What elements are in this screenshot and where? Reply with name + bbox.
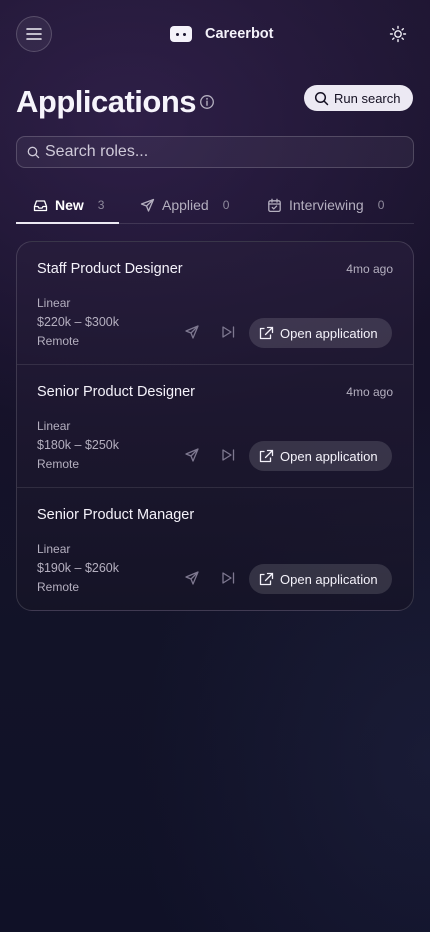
tab-count: 0 xyxy=(377,198,385,212)
send-icon xyxy=(140,198,155,212)
search-input[interactable] xyxy=(45,137,405,167)
job-title: Staff Product Designer xyxy=(37,261,183,277)
send-icon[interactable] xyxy=(184,447,200,463)
tab-label: Interviewing xyxy=(289,197,364,213)
tab-count: 0 xyxy=(222,198,230,212)
brand[interactable]: Careerbot xyxy=(170,24,274,44)
run-search-button[interactable]: Run search xyxy=(304,85,413,111)
page-title: Applications xyxy=(16,84,197,119)
send-icon[interactable] xyxy=(184,570,200,586)
job-title: Senior Product Designer xyxy=(37,384,195,400)
salary-range: $190k – $260k xyxy=(37,561,120,575)
external-link-icon xyxy=(259,326,274,339)
careerbot-logo-icon xyxy=(170,26,192,42)
calendar-icon xyxy=(268,198,281,212)
open-application-label: Open application xyxy=(280,571,378,587)
application-card[interactable]: Staff Product Designer 4mo ago Linear $2… xyxy=(17,242,413,365)
external-link-icon xyxy=(259,449,274,462)
sun-icon xyxy=(389,25,407,43)
send-icon[interactable] xyxy=(184,324,200,340)
app-name: Careerbot xyxy=(205,26,274,42)
tab-new[interactable]: New 3 xyxy=(33,186,104,224)
open-application-label: Open application xyxy=(280,448,378,464)
salary-range: $180k – $250k xyxy=(37,438,120,452)
menu-icon xyxy=(26,28,42,40)
skip-forward-icon[interactable] xyxy=(220,447,236,463)
open-application-button[interactable]: Open application xyxy=(249,564,392,594)
open-application-label: Open application xyxy=(280,325,378,341)
application-card[interactable]: Senior Product Manager Linear $190k – $2… xyxy=(17,488,413,610)
open-application-button[interactable]: Open application xyxy=(249,441,392,471)
tab-label: New xyxy=(55,197,84,213)
job-location: Remote xyxy=(37,334,80,348)
application-list: Staff Product Designer 4mo ago Linear $2… xyxy=(16,241,414,611)
company-name: Linear xyxy=(37,419,71,433)
job-location: Remote xyxy=(37,457,80,471)
inbox-icon xyxy=(33,199,48,211)
skip-forward-icon[interactable] xyxy=(220,324,236,340)
run-search-label: Run search xyxy=(334,90,401,106)
search-bar xyxy=(16,136,414,168)
info-icon[interactable] xyxy=(199,94,215,110)
skip-forward-icon[interactable] xyxy=(220,570,236,586)
external-link-icon xyxy=(259,572,274,585)
tab-interviewing[interactable]: Interviewing 0 xyxy=(267,186,384,224)
status-tabs: New 3 Applied 0 Interviewing 0 xyxy=(16,186,414,224)
salary-range: $220k – $300k xyxy=(37,315,120,329)
theme-toggle-button[interactable] xyxy=(386,22,410,46)
company-name: Linear xyxy=(37,542,71,556)
open-application-button[interactable]: Open application xyxy=(249,318,392,348)
tab-count: 3 xyxy=(97,198,105,212)
application-card[interactable]: Senior Product Designer 4mo ago Linear $… xyxy=(17,365,413,488)
job-location: Remote xyxy=(37,580,80,594)
company-name: Linear xyxy=(37,296,71,310)
posted-time: 4mo ago xyxy=(346,385,393,399)
tab-applied[interactable]: Applied 0 xyxy=(140,186,229,224)
tab-label: Applied xyxy=(162,197,209,213)
active-tab-indicator xyxy=(16,222,119,224)
search-icon xyxy=(314,91,329,105)
search-icon xyxy=(27,146,40,159)
posted-time: 4mo ago xyxy=(346,262,393,276)
job-title: Senior Product Manager xyxy=(37,507,195,523)
top-bar: Careerbot xyxy=(0,0,430,70)
menu-button[interactable] xyxy=(16,16,52,52)
